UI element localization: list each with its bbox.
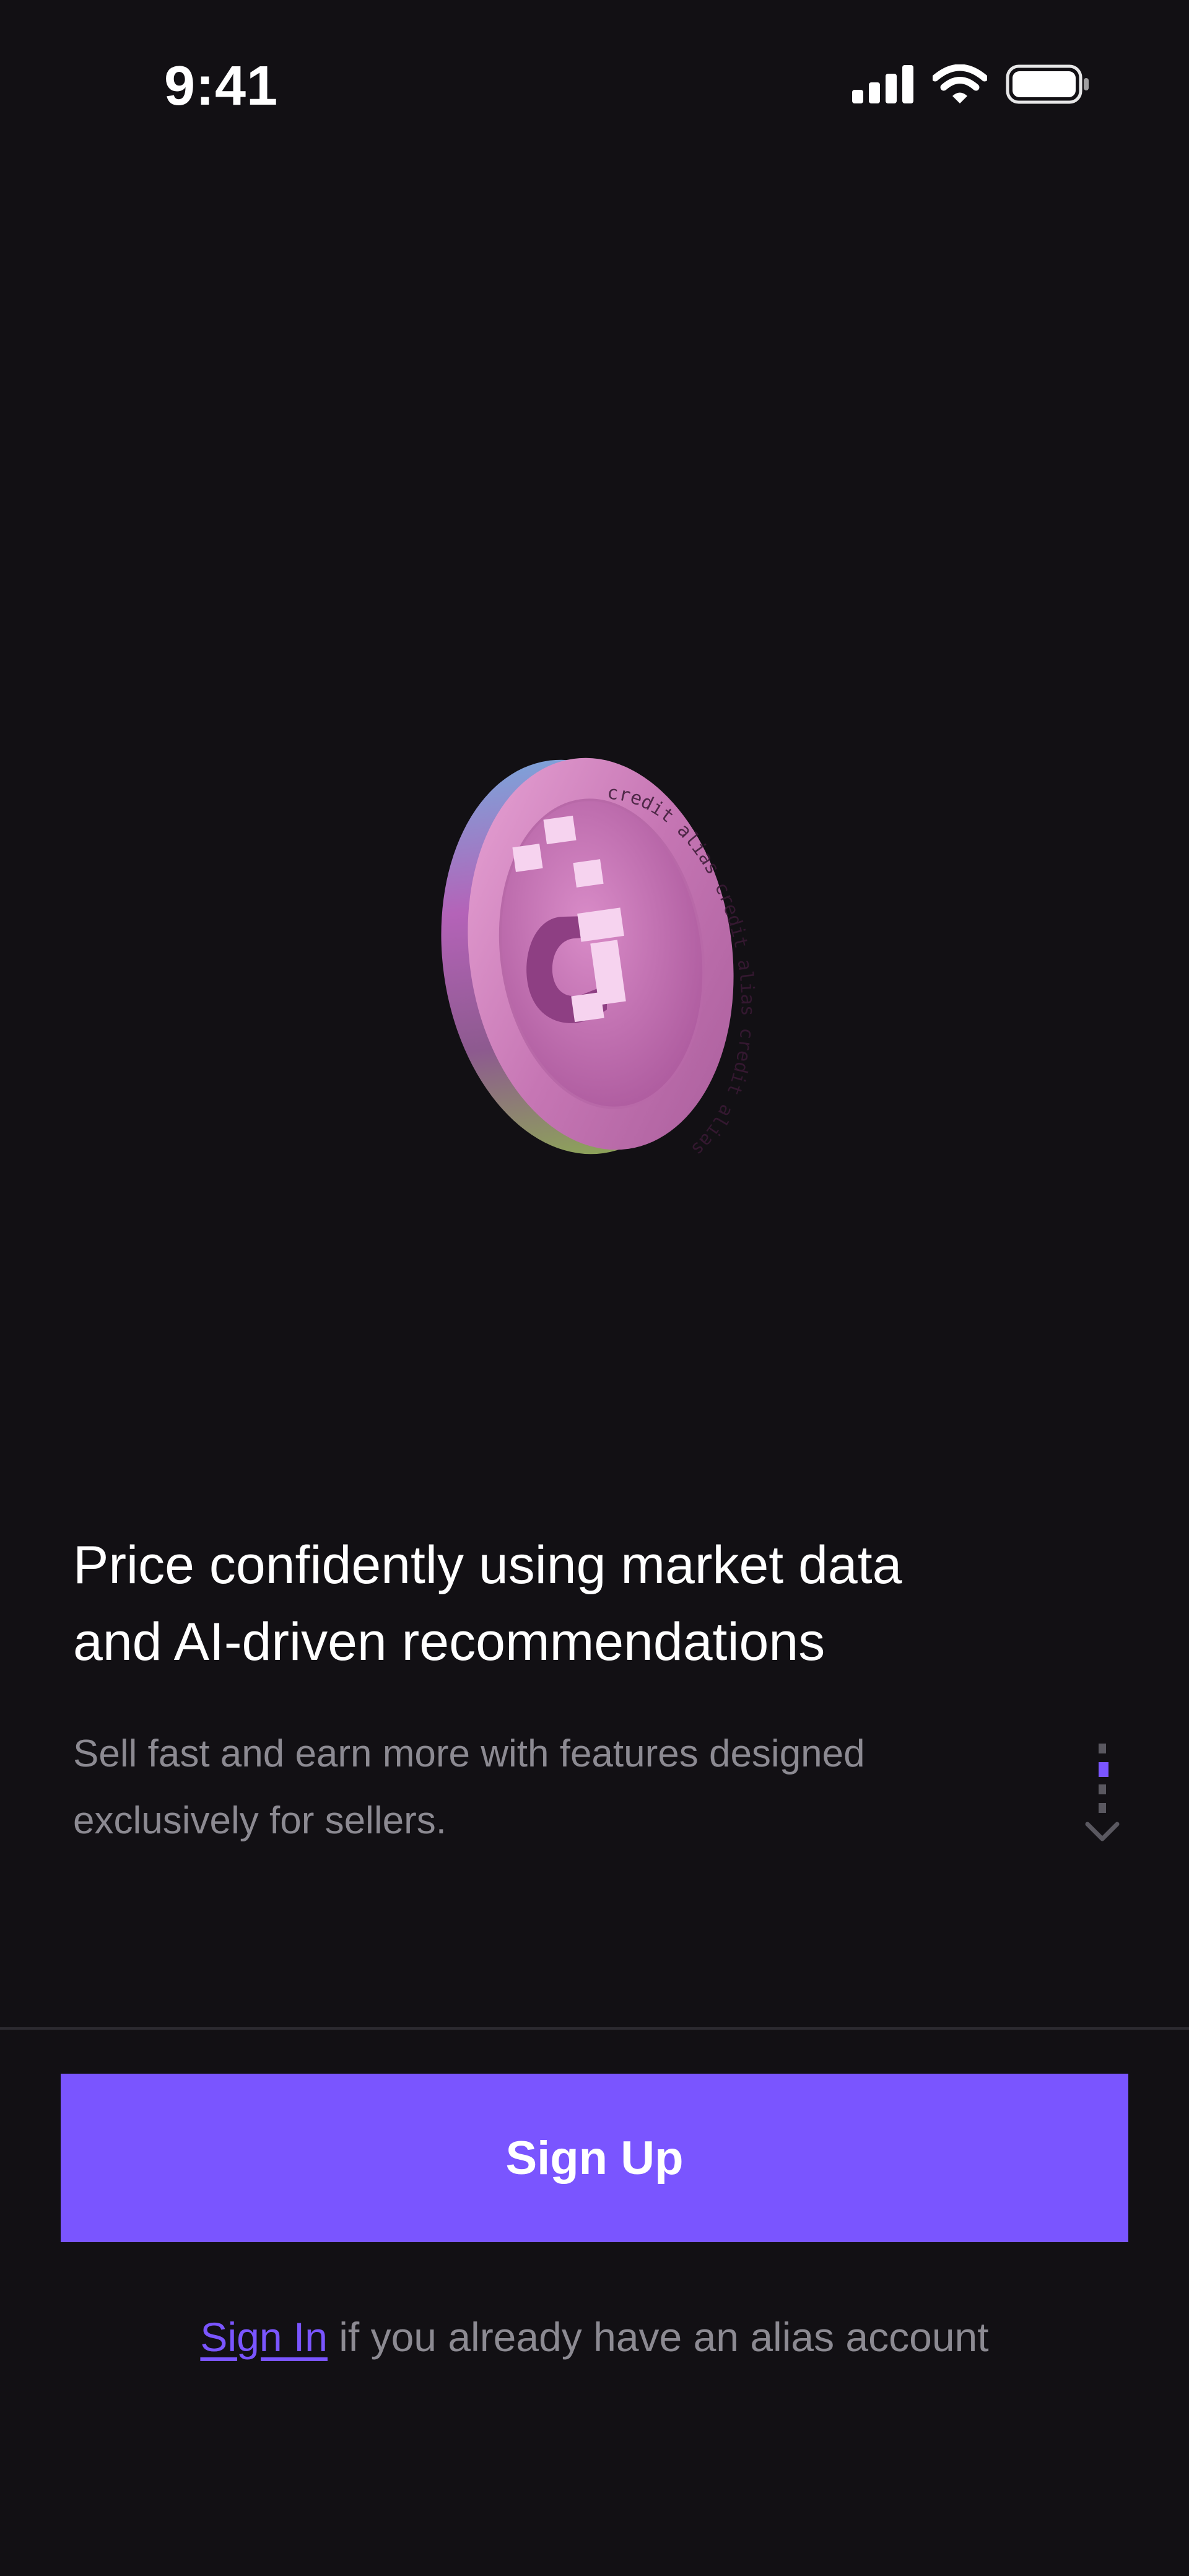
subtitle-line-2: exclusively for sellers. [73,1799,446,1842]
divider [0,2027,1189,2030]
status-time: 9:41 [164,55,279,117]
hero-illustration: credit alias credit alias credit alias [0,718,1189,1214]
sign-in-prompt: Sign In if you already have an alias acc… [0,2313,1189,2360]
signal-icon [852,65,913,103]
headline-line-2: and AI-driven recommendations [73,1612,825,1672]
sign-in-link[interactable]: Sign In [200,2314,327,2360]
status-icons [852,64,1090,104]
onboarding-subtitle: Sell fast and earn more with features de… [73,1721,1002,1854]
headline-line-1: Price confidently using market data [73,1535,902,1595]
wifi-icon [933,64,987,103]
subtitle-line-1: Sell fast and earn more with features de… [73,1732,865,1775]
scroll-down-indicator-icon[interactable] [1085,1744,1120,1849]
status-bar: 9:41 [0,0,1189,180]
onboarding-headline: Price confidently using market data and … [73,1527,1039,1680]
alias-credit-coin-icon: credit alias credit alias credit alias [441,758,759,1160]
sign-in-prompt-text: if you already have an alias account [327,2314,989,2360]
sign-up-button[interactable]: Sign Up [61,2074,1128,2242]
battery-icon [1006,64,1089,104]
